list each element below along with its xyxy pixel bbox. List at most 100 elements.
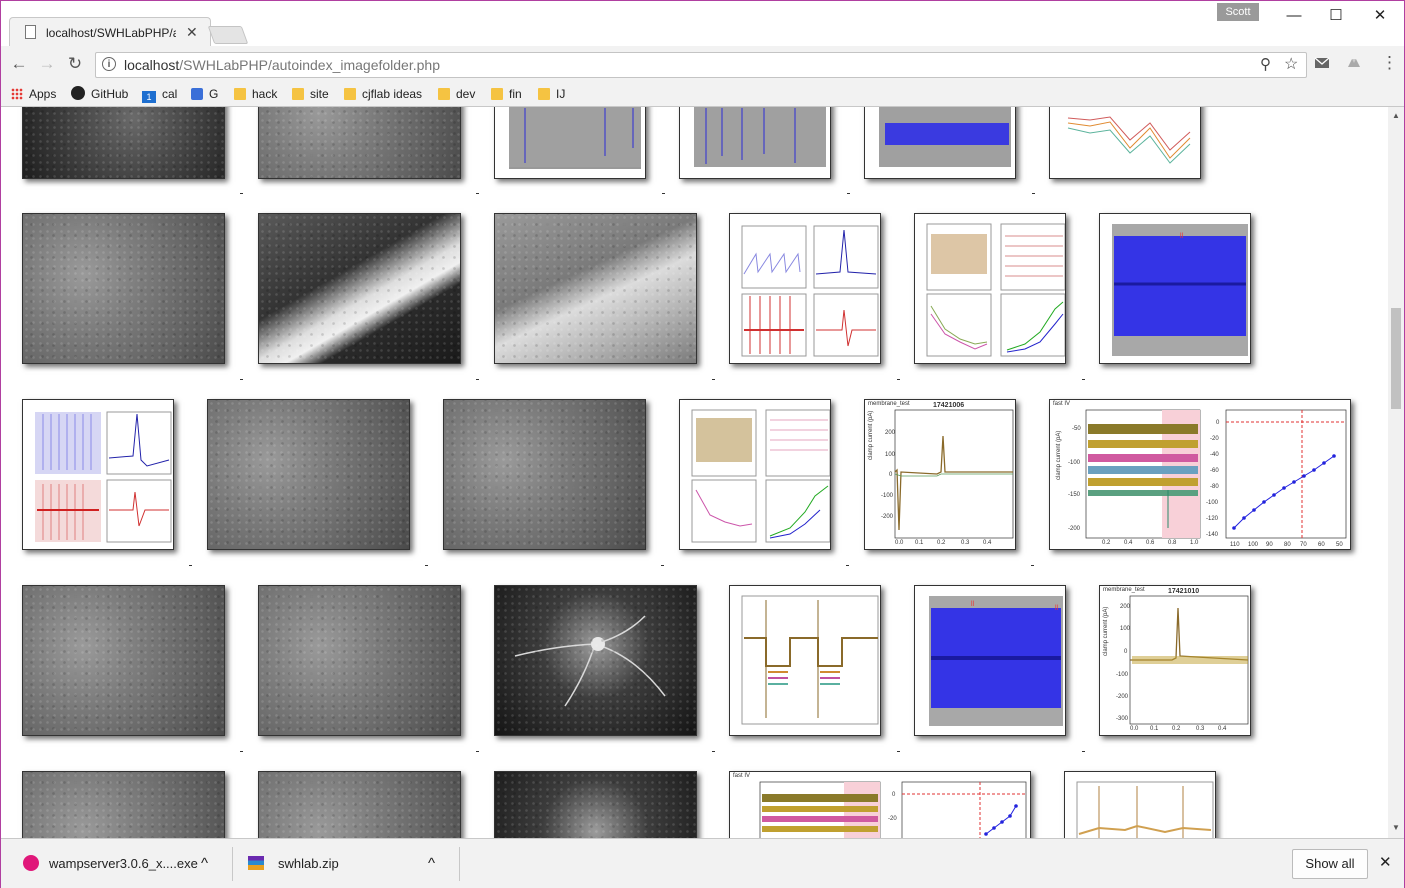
folder-icon bbox=[538, 88, 550, 100]
row-separator bbox=[476, 751, 479, 752]
forward-button[interactable]: → bbox=[37, 54, 57, 74]
x-tick: 0.6 bbox=[1146, 540, 1155, 546]
profile-name-badge[interactable]: Scott bbox=[1217, 3, 1259, 21]
close-shelf-icon[interactable]: ✕ bbox=[1379, 848, 1392, 878]
chrome-menu-icon[interactable]: ⋮ bbox=[1381, 53, 1398, 73]
bookmark-hack[interactable]: hack bbox=[234, 85, 277, 103]
bookmark-g[interactable]: G bbox=[191, 85, 218, 103]
row-separator bbox=[1082, 379, 1085, 380]
window-close-button[interactable]: ✕ bbox=[1357, 3, 1403, 29]
x-tick: 0.2 bbox=[937, 540, 946, 546]
sweep-chart-thumbnail[interactable] bbox=[864, 107, 1016, 179]
iv-analysis-thumbnail[interactable] bbox=[679, 399, 831, 550]
sweep-chart-thumbnail[interactable]: ll ll bbox=[914, 585, 1066, 736]
folder-icon bbox=[491, 88, 503, 100]
iv-analysis-thumbnail[interactable] bbox=[914, 213, 1066, 364]
membrane-test-chart-thumbnail[interactable]: membrane_test 17421010 200 100 0 -100 -2… bbox=[1099, 585, 1251, 736]
bookmark-github[interactable]: GitHub bbox=[71, 85, 128, 103]
tab-close-icon[interactable]: ✕ bbox=[186, 24, 198, 41]
membrane-test-chart-thumbnail[interactable]: membrane_test 17421006 200 100 0 -100 -2… bbox=[864, 399, 1016, 550]
scroll-down-icon[interactable]: ▼ bbox=[1392, 823, 1400, 832]
sweep-chart-thumbnail[interactable] bbox=[679, 107, 831, 179]
y-tick: -150 bbox=[1068, 492, 1081, 498]
minimize-button[interactable]: — bbox=[1271, 3, 1317, 29]
bookmark-star-icon[interactable]: ☆ bbox=[1284, 54, 1298, 74]
bookmark-site[interactable]: site bbox=[292, 85, 329, 103]
x-tick: 0.3 bbox=[961, 540, 970, 546]
iv-y-tick: -140 bbox=[1206, 532, 1219, 538]
row-separator bbox=[712, 379, 715, 380]
sweep-chart-thumbnail[interactable] bbox=[1064, 771, 1216, 838]
sweep-chart-thumbnail[interactable] bbox=[494, 107, 646, 179]
micrograph-thumbnail[interactable] bbox=[207, 399, 410, 550]
step-protocol-chart-thumbnail[interactable] bbox=[729, 585, 881, 736]
micrograph-thumbnail[interactable] bbox=[258, 107, 461, 179]
micrograph-thumbnail[interactable] bbox=[258, 213, 461, 364]
micrograph-thumbnail[interactable] bbox=[22, 107, 225, 179]
sweep-chart-thumbnail[interactable]: ll bbox=[1099, 213, 1251, 364]
tab-strip: localhost/SWHLabPHP/a ✕ Scott — ☐ ✕ bbox=[1, 1, 1404, 47]
bookmark-label: Apps bbox=[29, 87, 57, 101]
download-item-wampserver[interactable]: wampserver3.0.6_x....exe bbox=[23, 849, 198, 879]
zip-archive-icon bbox=[248, 856, 264, 870]
x-tick: 0.0 bbox=[895, 540, 904, 546]
download-divider bbox=[459, 847, 460, 881]
back-button[interactable]: ← bbox=[9, 54, 29, 74]
iv-x-tick: 50 bbox=[1336, 542, 1343, 548]
fast-iv-chart-thumbnail[interactable]: fast IV -50 -100 -150 -200 clamp current… bbox=[1049, 399, 1351, 550]
micrograph-thumbnail[interactable] bbox=[258, 585, 461, 736]
bookmark-cal[interactable]: 1 cal bbox=[142, 85, 177, 103]
bookmark-dev[interactable]: dev bbox=[438, 85, 475, 103]
site-info-icon[interactable]: i bbox=[102, 57, 116, 71]
url-host: localhost bbox=[124, 57, 180, 73]
bookmark-apps[interactable]: Apps bbox=[11, 85, 56, 103]
scrollbar-thumb[interactable] bbox=[1391, 308, 1401, 409]
svg-text:ll: ll bbox=[1180, 233, 1184, 240]
new-tab-button[interactable] bbox=[207, 26, 249, 44]
download-expand-icon[interactable]: ^ bbox=[428, 849, 435, 879]
tab-title: localhost/SWHLabPHP/a bbox=[46, 26, 176, 40]
x-tick: 1.0 bbox=[1190, 540, 1199, 546]
extension-mail-icon[interactable] bbox=[1314, 55, 1330, 73]
page-scrollbar[interactable]: ▲ ▼ bbox=[1388, 107, 1404, 838]
download-item-swhlab[interactable]: swhlab.zip bbox=[248, 849, 339, 879]
folder-icon bbox=[234, 88, 246, 100]
ap-analysis-thumbnail[interactable] bbox=[729, 213, 881, 364]
row-separator bbox=[661, 565, 664, 566]
micrograph-thumbnail[interactable] bbox=[443, 399, 646, 550]
fluorescence-thumbnail[interactable] bbox=[494, 585, 697, 736]
y-tick: -100 bbox=[1068, 460, 1081, 466]
micrograph-thumbnail[interactable] bbox=[22, 213, 225, 364]
micrograph-thumbnail[interactable] bbox=[494, 213, 697, 364]
bookmark-fin[interactable]: fin bbox=[491, 85, 522, 103]
extension-drive-icon[interactable] bbox=[1346, 55, 1362, 73]
y-tick: 200 bbox=[885, 430, 896, 436]
micrograph-thumbnail[interactable] bbox=[22, 771, 225, 838]
bookmark-ij[interactable]: IJ bbox=[538, 85, 565, 103]
scroll-up-icon[interactable]: ▲ bbox=[1392, 111, 1400, 120]
github-icon bbox=[71, 86, 85, 100]
iv-y-tick: 0 bbox=[892, 792, 896, 798]
iv-x-tick: 90 bbox=[1266, 542, 1273, 548]
maximize-button[interactable]: ☐ bbox=[1313, 3, 1359, 29]
micrograph-thumbnail[interactable] bbox=[22, 585, 225, 736]
download-expand-icon[interactable]: ^ bbox=[201, 849, 208, 879]
row-separator bbox=[189, 565, 192, 566]
zoom-icon[interactable]: ⚲ bbox=[1260, 55, 1271, 73]
micrograph-thumbnail[interactable] bbox=[258, 771, 461, 838]
x-tick: 0.1 bbox=[1150, 726, 1159, 732]
y-axis-label: clamp current (pA) bbox=[868, 410, 874, 460]
address-bar[interactable]: i localhost/SWHLabPHP/autoindex_imagefol… bbox=[95, 52, 1307, 78]
row-separator bbox=[240, 751, 243, 752]
reload-button[interactable]: ↻ bbox=[65, 54, 85, 74]
tab-autoindex[interactable]: localhost/SWHLabPHP/a ✕ bbox=[9, 17, 211, 47]
show-all-downloads-button[interactable]: Show all bbox=[1292, 849, 1368, 879]
bookmark-cjflab-ideas[interactable]: cjflab ideas bbox=[344, 85, 422, 103]
iv-y-tick: -20 bbox=[888, 816, 897, 822]
fluorescence-thumbnail[interactable] bbox=[494, 771, 697, 838]
url-text[interactable]: localhost/SWHLabPHP/autoindex_imagefolde… bbox=[124, 57, 440, 73]
ap-analysis-thumbnail[interactable] bbox=[22, 399, 174, 550]
fast-iv-chart-thumbnail[interactable]: fast IV 0 -20 bbox=[729, 771, 1031, 838]
sweep-chart-thumbnail[interactable] bbox=[1049, 107, 1201, 179]
x-tick: 0.1 bbox=[915, 540, 924, 546]
